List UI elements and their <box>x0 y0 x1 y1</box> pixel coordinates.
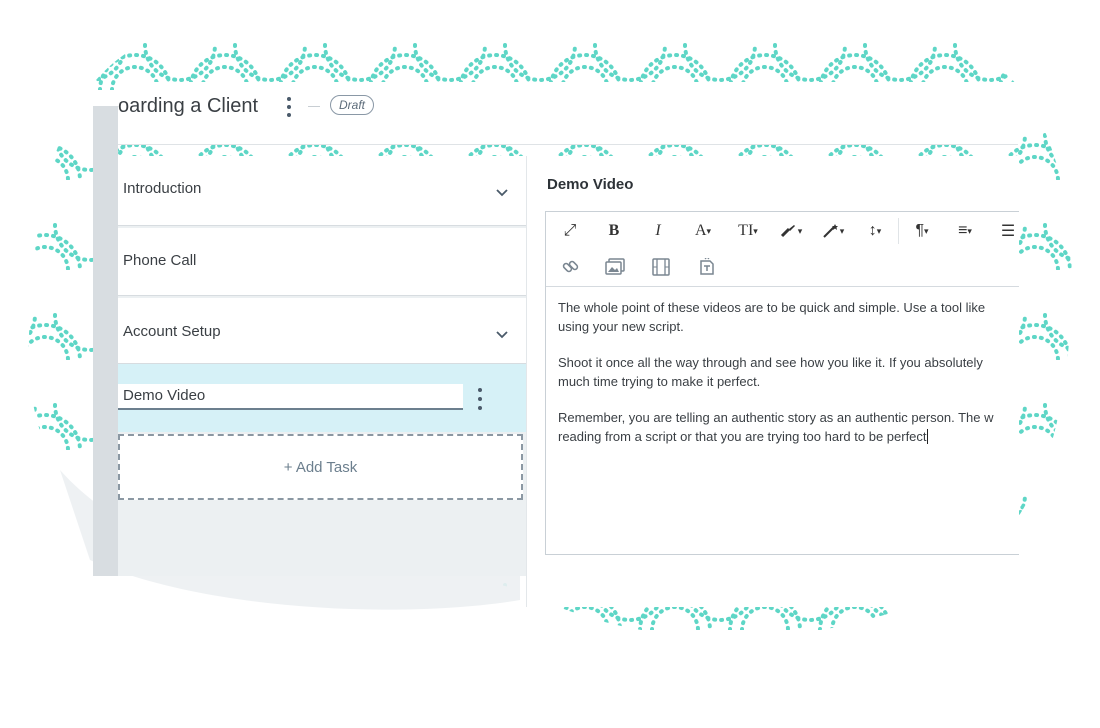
page-title: oarding a Client <box>118 95 259 117</box>
more-options-icon[interactable] <box>284 94 294 120</box>
font-size-icon[interactable]: TI ▾ <box>732 220 764 242</box>
image-icon[interactable] <box>604 256 626 278</box>
task-name-input[interactable]: Demo Video <box>118 384 463 410</box>
task-label: Phone Call <box>123 252 197 269</box>
add-task-button[interactable]: + Add Task <box>118 434 523 500</box>
editor-content[interactable]: The whole point of these videos are to b… <box>558 298 1019 463</box>
rich-text-editor: ⤢ B I A ▾ TI ▾ ▾ ▾ ↕ ▾ ¶ ▾ ≡ ▾ ☰ The who… <box>545 211 1019 555</box>
editor-toolbar: ⤢ B I A ▾ TI ▾ ▾ ▾ ↕ ▾ ¶ ▾ ≡ ▾ ☰ <box>546 212 1019 250</box>
task-label: Account Setup <box>123 323 221 340</box>
task-item-account-setup[interactable]: Account Setup <box>118 298 526 364</box>
status-badge: Draft <box>330 95 375 115</box>
side-strip <box>93 106 118 576</box>
divider <box>308 106 320 107</box>
italic-icon[interactable]: I <box>648 220 668 242</box>
task-detail-panel: Demo Video ⤢ B I A ▾ TI ▾ ▾ ▾ ↕ ▾ ¶ ▾ ≡ ▾ ☰ <box>526 156 1019 607</box>
chevron-down-icon[interactable] <box>496 328 508 340</box>
task-item-demo-video[interactable]: Demo Video <box>118 364 526 432</box>
link-icon[interactable] <box>560 256 582 278</box>
list-icon[interactable]: ☰ <box>998 220 1018 242</box>
task-item-phone-call[interactable]: Phone Call <box>118 228 526 296</box>
text-cursor <box>926 429 928 444</box>
editor-paragraph: Shoot it once all the way through and se… <box>558 355 983 389</box>
file-icon[interactable] <box>696 256 718 278</box>
task-label: Introduction <box>123 180 202 197</box>
chevron-down-icon[interactable] <box>496 186 508 198</box>
header-bar: oarding a Client Draft <box>118 82 1018 145</box>
app-window: oarding a Client Draft Introduction Phon… <box>93 82 1019 607</box>
align-icon[interactable]: ≡ ▾ <box>950 220 980 242</box>
toolbar-separator <box>898 218 899 244</box>
editor-paragraph: Remember, you are telling an authentic s… <box>558 410 994 444</box>
magic-wand-icon[interactable]: ▾ <box>818 220 848 242</box>
font-color-icon[interactable]: A ▾ <box>688 220 718 242</box>
editor-toolbar-insert <box>546 250 1019 287</box>
task-item-introduction[interactable]: Introduction <box>118 156 526 226</box>
task-list: Introduction Phone Call Account Setup De… <box>118 156 526 576</box>
bold-icon[interactable]: B <box>604 220 624 242</box>
task-options-icon[interactable] <box>476 388 484 410</box>
paragraph-icon[interactable]: ¶ ▾ <box>908 220 936 242</box>
fullscreen-icon[interactable]: ⤢ <box>560 220 580 242</box>
line-height-icon[interactable]: ↕ ▾ <box>862 220 888 242</box>
video-icon[interactable] <box>650 256 672 278</box>
detail-title: Demo Video <box>547 176 634 193</box>
editor-paragraph: The whole point of these videos are to b… <box>558 300 986 334</box>
paint-brush-icon[interactable]: ▾ <box>776 220 806 242</box>
